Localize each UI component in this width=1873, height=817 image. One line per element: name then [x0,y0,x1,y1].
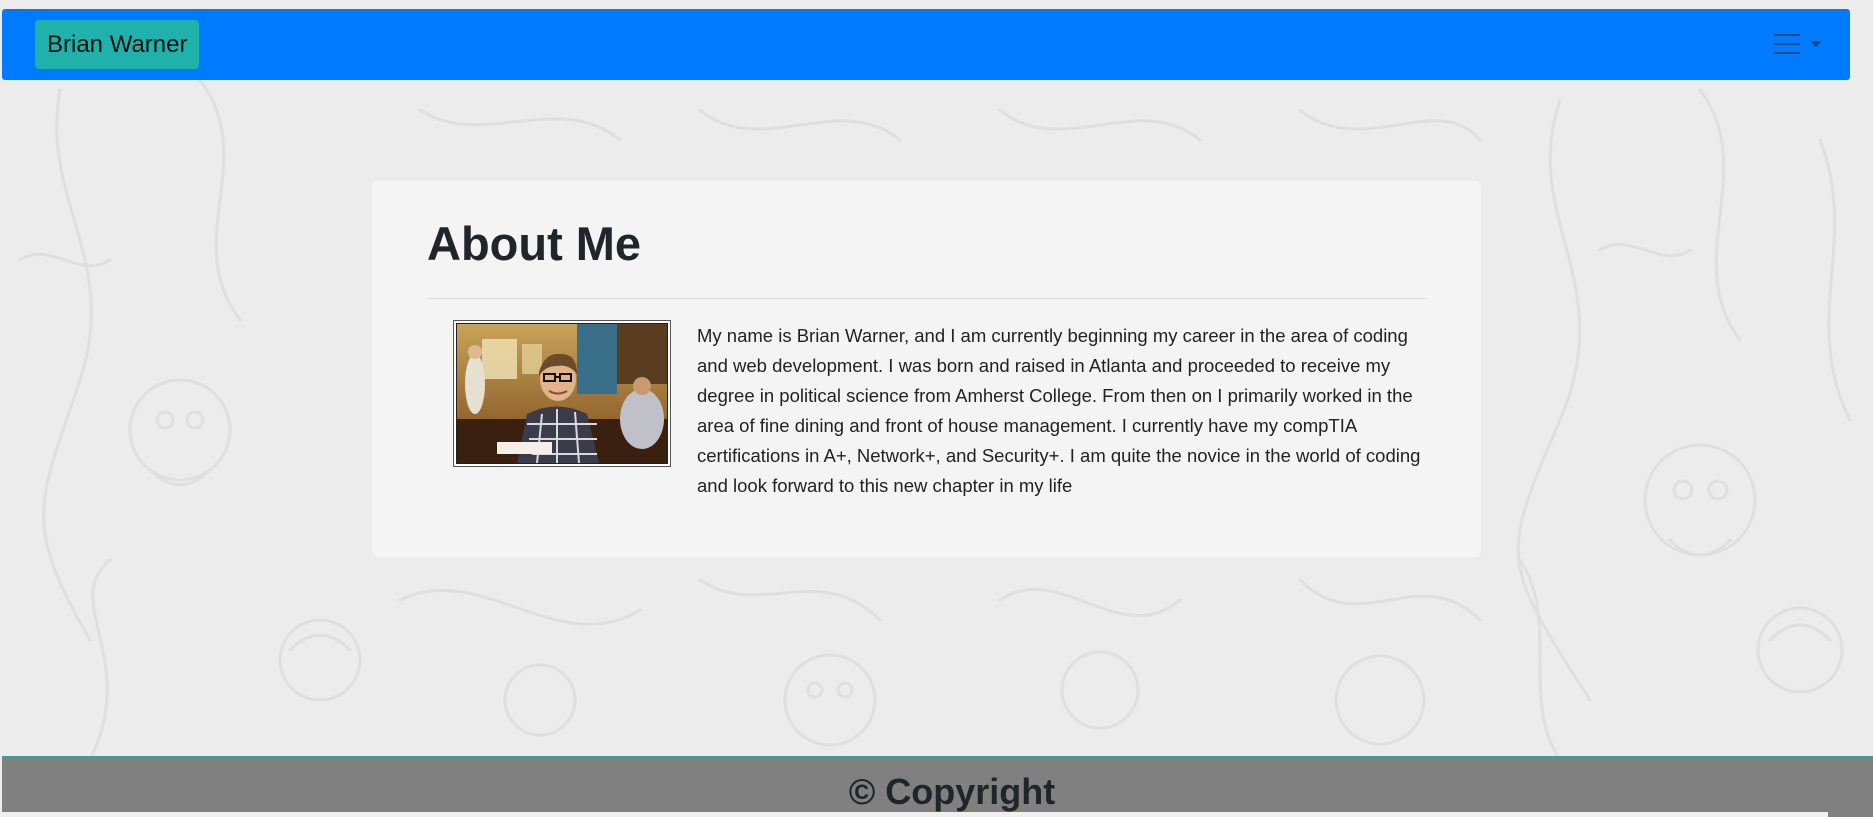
title-divider [427,298,1426,299]
hamburger-icon [1774,34,1822,54]
about-card: About Me My name is Brian Warner, and I … [372,181,1481,557]
window-bottom-edge [0,812,1828,817]
page-title: About Me [427,217,642,270]
caret-down-icon [1810,41,1822,47]
page-footer: © Copyright [2,756,1873,817]
navbar-menu-toggle[interactable] [1772,31,1826,57]
copyright-text: © Copyright [848,771,1056,812]
brand-link[interactable]: Brian Warner [35,20,200,69]
bio-text: My name is Brian Warner, and I am curren… [697,325,1421,496]
profile-photo [453,320,671,467]
top-navbar: Brian Warner [2,9,1850,80]
